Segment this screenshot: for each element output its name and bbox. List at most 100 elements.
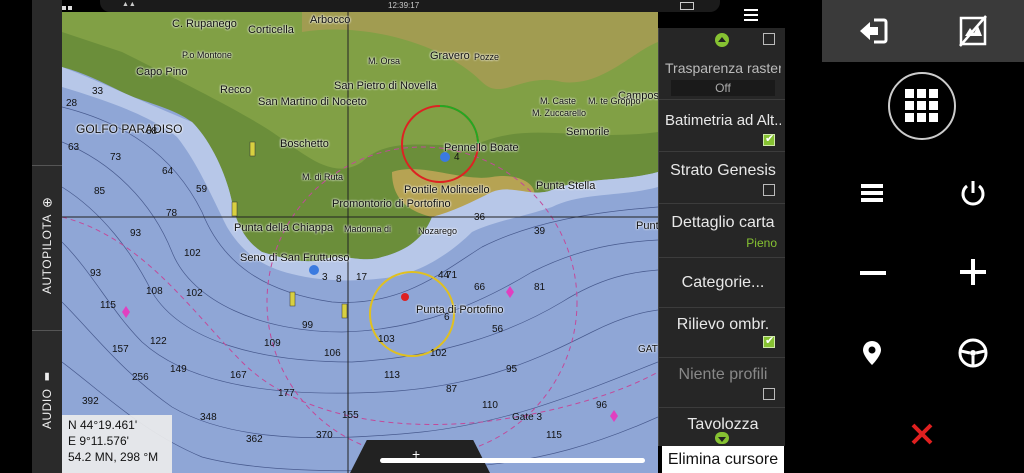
depth-sounding: 36	[474, 212, 486, 223]
menu-item-raster-transparency[interactable]: Trasparenza raster Off	[659, 54, 785, 100]
place-label: Promontorio di Portofino	[332, 198, 451, 210]
chart-options-panel: Trasparenza raster Off Batimetria ad Alt…	[658, 28, 785, 446]
left-rail	[0, 0, 32, 473]
depth-sounding: 4	[454, 152, 460, 163]
grid-menu-icon	[905, 89, 938, 122]
depth-sounding: 3	[322, 272, 328, 283]
depth-sounding: 177	[278, 388, 295, 399]
clock: 12:39:17	[388, 1, 420, 10]
control-header	[822, 0, 1024, 62]
steering-wheel-icon[interactable]	[957, 337, 989, 369]
battery-icon	[680, 2, 694, 10]
menu-item-label: Categorie...	[681, 274, 765, 291]
depth-sounding: 106	[324, 348, 341, 359]
zoom-out-icon[interactable]	[860, 262, 886, 284]
divider	[32, 165, 62, 166]
menu-item-palette[interactable]: Tavolozza	[659, 410, 785, 446]
place-label: Gate 3	[512, 412, 543, 423]
place-label: Punta della Chiappa	[234, 222, 334, 234]
place-label: Arbocco	[310, 14, 351, 26]
depth-sounding: 256	[132, 372, 149, 383]
menu-item-value: Pieno	[746, 236, 777, 250]
depth-sounding: 33	[92, 86, 104, 97]
cursor-coordinates: N 44°19.461' E 9°11.576' 54.2 MN, 298 °M	[62, 415, 172, 473]
place-label: Punta Chi	[636, 220, 658, 232]
checkbox-checked[interactable]	[763, 334, 775, 348]
menu-item-bathymetry[interactable]: Batimetria ad Alt...	[659, 104, 785, 152]
place-label: Boschetto	[280, 138, 329, 150]
menu-item-genesis-layer[interactable]: Strato Genesis	[659, 154, 785, 204]
depth-sounding: 63	[68, 142, 80, 153]
grid-menu-button[interactable]	[888, 72, 956, 140]
zoom-in-icon[interactable]	[960, 259, 986, 285]
depth-sounding: 370	[316, 430, 333, 441]
depth-sounding: 8	[336, 274, 342, 285]
scroll-down-icon[interactable]	[715, 432, 729, 444]
depth-sounding: 149	[170, 364, 187, 375]
depth-sounding: 115	[100, 300, 116, 311]
exit-icon[interactable]	[856, 16, 890, 46]
checkbox[interactable]	[763, 33, 775, 45]
depth-sounding: 87	[446, 384, 458, 395]
menu-item-label: Strato Genesis	[670, 162, 776, 179]
place-label: M. te Groppo	[588, 96, 641, 106]
place-label: Punta Stella	[536, 180, 596, 192]
depth-sounding: 6	[444, 312, 450, 323]
depth-sounding: 93	[90, 268, 102, 279]
depth-sounding: 44	[438, 270, 450, 281]
depth-sounding: 96	[596, 400, 608, 411]
place-label: San Martino di Noceto	[258, 96, 367, 108]
menu-item-label: Niente profili	[678, 366, 768, 383]
place-label: M. Zuccarello	[532, 108, 587, 118]
place-label: Madonna di	[344, 224, 392, 234]
place-label: Semorile	[566, 126, 610, 138]
depth-sounding: 167	[230, 370, 247, 381]
depth-sounding: 392	[82, 396, 99, 407]
waypoint-icon[interactable]	[862, 340, 882, 366]
place-label: Capo Pino	[136, 66, 188, 78]
menu-item-categories[interactable]: Categorie...	[659, 260, 785, 308]
depth-sounding: 362	[246, 434, 263, 445]
place-label: C. Rupanego	[172, 18, 237, 30]
delete-cursor-button[interactable]: Elimina cursore	[662, 446, 784, 473]
autopilot-tab[interactable]: AUTOPILOTA ⊕	[32, 190, 62, 300]
audio-tab-label: AUDIO	[40, 388, 54, 430]
menu-item-chart-detail[interactable]: Dettaglio carta Pieno	[659, 206, 785, 258]
depth-sounding: 102	[430, 348, 447, 359]
steering-icon: ⊕	[39, 196, 55, 208]
depth-sounding: 110	[482, 400, 498, 411]
depth-sounding: 109	[264, 338, 281, 349]
depth-sounding: 59	[196, 184, 208, 195]
map-off-icon[interactable]	[958, 14, 988, 48]
checkbox-checked[interactable]	[763, 132, 775, 146]
audio-tab[interactable]: AUDIO ▮	[32, 360, 62, 440]
chart-map[interactable]: C. Rupanego Corticella Arbocco Capo Pino…	[62, 12, 658, 473]
depth-sounding: 68	[146, 126, 158, 137]
menu-icon[interactable]	[744, 8, 758, 21]
power-icon[interactable]	[958, 178, 988, 208]
close-icon[interactable]	[910, 422, 934, 446]
menu-item-no-contours[interactable]: Niente profili	[659, 360, 785, 408]
latitude: N 44°19.461'	[68, 418, 138, 432]
checkbox[interactable]	[763, 184, 775, 196]
place-label: Nozarego	[418, 226, 458, 236]
scroll-up-icon[interactable]	[715, 33, 729, 47]
home-indicator[interactable]	[380, 458, 645, 463]
depth-sounding: 56	[492, 324, 504, 335]
place-label: Seno di San Fruttuoso	[240, 252, 350, 264]
menu-icon[interactable]	[861, 182, 883, 204]
depth-sounding: 73	[110, 152, 122, 163]
range-bearing: 54.2 MN, 298 °M	[68, 450, 159, 464]
menu-item-label: Trasparenza raster	[665, 60, 781, 76]
depth-sounding: 85	[94, 186, 106, 197]
depth-sounding: 81	[534, 282, 546, 293]
place-label: Gravero	[430, 50, 470, 62]
place-label: Pozze	[474, 52, 500, 62]
depth-sounding: 115	[546, 430, 562, 441]
checkbox[interactable]	[763, 388, 775, 400]
depth-sounding: 108	[146, 286, 163, 297]
place-label: Punta di Portofino	[416, 304, 504, 316]
depth-sounding: 102	[184, 248, 201, 259]
menu-item-shaded-relief[interactable]: Rilievo ombr.	[659, 310, 785, 358]
place-label: M. di Ruta	[302, 172, 344, 182]
